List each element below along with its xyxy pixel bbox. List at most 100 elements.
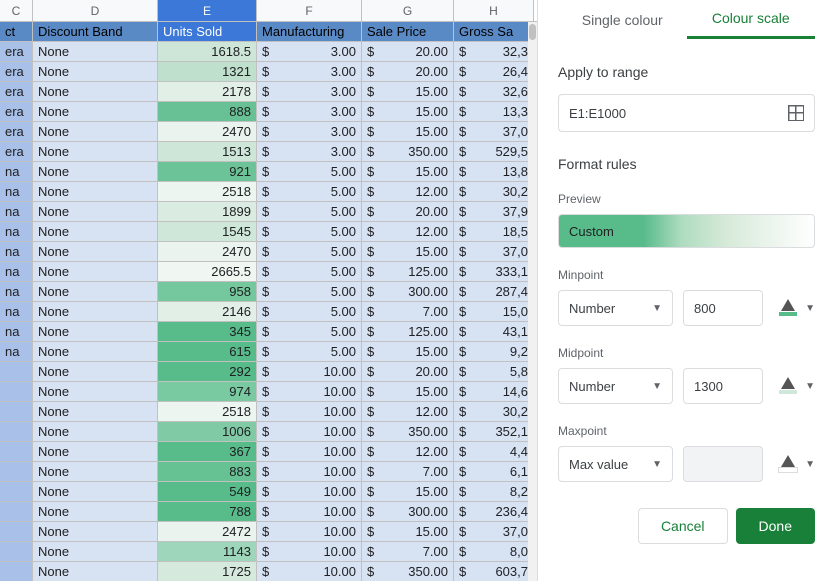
cell[interactable]: $15.00	[362, 82, 454, 101]
cell[interactable]: None	[33, 302, 158, 321]
cell[interactable]: $10.00	[257, 562, 362, 581]
cell[interactable]: 1545	[158, 222, 257, 241]
maxpoint-fill-picker[interactable]: ▼	[777, 455, 815, 473]
cell[interactable]: $5.00	[257, 222, 362, 241]
cell[interactable]: era	[0, 102, 33, 121]
cell[interactable]: 1143	[158, 542, 257, 561]
cell[interactable]: None	[33, 242, 158, 261]
cell[interactable]: None	[33, 162, 158, 181]
cell[interactable]: 1899	[158, 202, 257, 221]
cell[interactable]: $15.00	[362, 102, 454, 121]
cell[interactable]: $125.00	[362, 262, 454, 281]
select-range-icon[interactable]	[788, 105, 804, 121]
cell[interactable]: na	[0, 322, 33, 341]
cancel-button[interactable]: Cancel	[638, 508, 728, 544]
cell[interactable]: $10.00	[257, 362, 362, 381]
spreadsheet-grid[interactable]: CDEFGH ctDiscount BandUnits SoldManufact…	[0, 0, 538, 581]
cell[interactable]: None	[33, 142, 158, 161]
cell[interactable]: $3.00	[257, 82, 362, 101]
cell[interactable]: $13,3	[454, 102, 534, 121]
cell[interactable]: $10.00	[257, 542, 362, 561]
cell[interactable]: $3.00	[257, 102, 362, 121]
cell[interactable]: $5.00	[257, 242, 362, 261]
header-cell[interactable]: Sale Price	[362, 22, 454, 41]
cell[interactable]: $5.00	[257, 182, 362, 201]
cell[interactable]: 888	[158, 102, 257, 121]
cell[interactable]: na	[0, 202, 33, 221]
cell[interactable]	[0, 422, 33, 441]
cell[interactable]: $350.00	[362, 422, 454, 441]
tab-single-colour[interactable]: Single colour	[558, 0, 687, 39]
cell[interactable]: None	[33, 362, 158, 381]
cell[interactable]: 2518	[158, 182, 257, 201]
cell[interactable]: $37,9	[454, 202, 534, 221]
cell[interactable]: 1513	[158, 142, 257, 161]
cell[interactable]: $10.00	[257, 382, 362, 401]
cell[interactable]: na	[0, 162, 33, 181]
cell[interactable]: $333,1	[454, 262, 534, 281]
cell[interactable]: $4,4	[454, 442, 534, 461]
header-cell[interactable]: Discount Band	[33, 22, 158, 41]
cell[interactable]: 2470	[158, 242, 257, 261]
cell[interactable]: None	[33, 442, 158, 461]
cell[interactable]: $7.00	[362, 462, 454, 481]
cell[interactable]: $15.00	[362, 122, 454, 141]
cell[interactable]: $5.00	[257, 322, 362, 341]
cell[interactable]: era	[0, 82, 33, 101]
cell[interactable]: 2665.5	[158, 262, 257, 281]
cell[interactable]: na	[0, 242, 33, 261]
cell[interactable]: era	[0, 42, 33, 61]
cell[interactable]: 345	[158, 322, 257, 341]
cell[interactable]: $37,0	[454, 122, 534, 141]
cell[interactable]: $20.00	[362, 362, 454, 381]
midpoint-fill-picker[interactable]: ▼	[777, 377, 815, 395]
cell[interactable]: 958	[158, 282, 257, 301]
scrollbar-thumb[interactable]	[529, 24, 536, 40]
cell[interactable]: $350.00	[362, 562, 454, 581]
cell[interactable]: $15.00	[362, 382, 454, 401]
cell[interactable]: 1321	[158, 62, 257, 81]
cell[interactable]: $15.00	[362, 342, 454, 361]
column-letter-H[interactable]: H	[454, 0, 534, 21]
cell[interactable]	[0, 542, 33, 561]
cell[interactable]: None	[33, 282, 158, 301]
cell[interactable]: $12.00	[362, 442, 454, 461]
tab-colour-scale[interactable]: Colour scale	[687, 0, 816, 39]
cell[interactable]: 2472	[158, 522, 257, 541]
cell[interactable]: $12.00	[362, 182, 454, 201]
cell[interactable]	[0, 522, 33, 541]
cell[interactable]: $125.00	[362, 322, 454, 341]
cell[interactable]: None	[33, 122, 158, 141]
cell[interactable]: $10.00	[257, 442, 362, 461]
midpoint-type-select[interactable]: Number ▼	[558, 368, 673, 404]
cell[interactable]: $32,3	[454, 42, 534, 61]
maxpoint-type-select[interactable]: Max value ▼	[558, 446, 673, 482]
cell[interactable]: None	[33, 82, 158, 101]
cell[interactable]: na	[0, 342, 33, 361]
column-letter-D[interactable]: D	[33, 0, 158, 21]
cell[interactable]: 974	[158, 382, 257, 401]
cell[interactable]: $30,2	[454, 182, 534, 201]
header-cell[interactable]: ct	[0, 22, 33, 41]
cell[interactable]: 2178	[158, 82, 257, 101]
cell[interactable]: $20.00	[362, 62, 454, 81]
header-cell[interactable]: Units Sold	[158, 22, 257, 41]
column-letter-F[interactable]: F	[257, 0, 362, 21]
vertical-scrollbar[interactable]	[528, 22, 537, 581]
cell[interactable]: 2470	[158, 122, 257, 141]
cell[interactable]: $5.00	[257, 342, 362, 361]
minpoint-value-input[interactable]: 800	[683, 290, 763, 326]
cell[interactable]: $32,6	[454, 82, 534, 101]
maxpoint-value-input[interactable]	[683, 446, 763, 482]
cell[interactable]: None	[33, 542, 158, 561]
cell[interactable]: None	[33, 222, 158, 241]
cell[interactable]: $37,0	[454, 242, 534, 261]
cell[interactable]: $13,8	[454, 162, 534, 181]
cell[interactable]: $529,5	[454, 142, 534, 161]
cell[interactable]: na	[0, 262, 33, 281]
header-cell[interactable]: Manufacturing	[257, 22, 362, 41]
cell[interactable]: $15,0	[454, 302, 534, 321]
cell[interactable]: $3.00	[257, 62, 362, 81]
cell[interactable]: $12.00	[362, 222, 454, 241]
cell[interactable]: None	[33, 182, 158, 201]
